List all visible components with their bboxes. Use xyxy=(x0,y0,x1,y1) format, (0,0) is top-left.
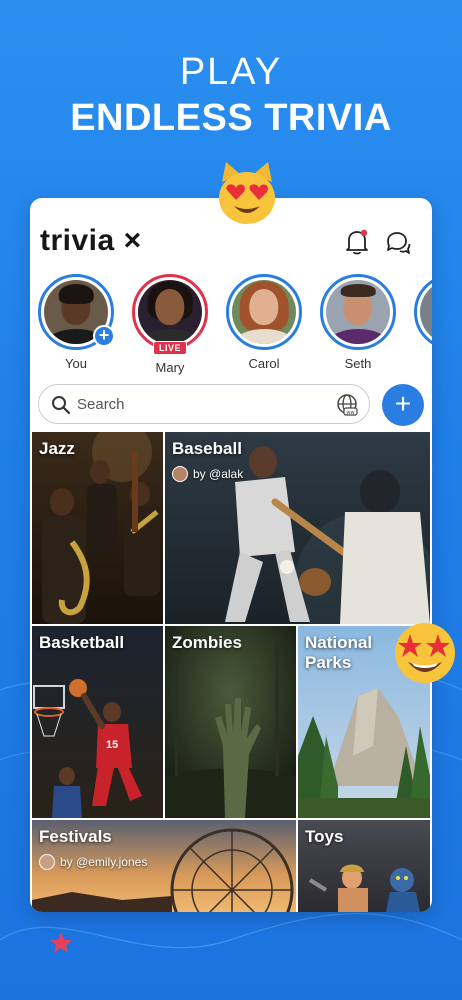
story-name: Carol xyxy=(248,356,280,371)
promo-headline: PLAY ENDLESS TRIVIA xyxy=(0,52,462,140)
heart-eyes-cat-emoji xyxy=(219,162,275,224)
search-placeholder: Search xyxy=(77,396,125,413)
tile-author[interactable]: by @alak xyxy=(172,466,243,482)
author-handle: by @emily.jones xyxy=(60,855,148,869)
promo-line-2: ENDLESS TRIVIA xyxy=(70,97,392,139)
baseball-image xyxy=(165,432,430,624)
tile-zombies[interactable]: Zombies xyxy=(165,626,296,818)
live-badge: LIVE xyxy=(152,341,188,355)
story-name: You xyxy=(65,356,87,371)
story-more[interactable] xyxy=(412,274,432,350)
star-icon xyxy=(50,932,72,953)
promo-line-1: PLAY xyxy=(179,51,283,93)
tile-title: Zombies xyxy=(172,633,242,652)
story-name: Seth xyxy=(344,356,372,371)
svg-text:15: 15 xyxy=(106,739,118,751)
author-handle: by @alak xyxy=(193,467,244,481)
tile-title: Festivals xyxy=(39,827,112,846)
author-avatar xyxy=(172,466,188,482)
app-logo-text: trivia xyxy=(40,224,115,257)
app-logo: trivia × xyxy=(40,224,142,258)
app-screen-card: trivia × + You LIVE Mary Carol Seth Sear… xyxy=(30,198,432,912)
tile-toys[interactable]: Toys xyxy=(298,820,430,912)
basketball-image: 15 xyxy=(32,626,163,818)
story-name: Mary xyxy=(155,360,185,375)
tile-author[interactable]: by @emily.jones xyxy=(39,854,147,870)
category-grid: Jazz Baseball by @alak 15 Basketball Zom… xyxy=(32,432,430,912)
tile-title: Jazz xyxy=(39,439,75,458)
tile-title-line-2: Parks xyxy=(305,653,352,672)
stories-row: + You LIVE Mary Carol Seth xyxy=(36,274,432,375)
tile-title: National Parks xyxy=(305,633,372,673)
story-carol[interactable]: Carol xyxy=(224,274,304,371)
story-seth[interactable]: Seth xyxy=(318,274,398,371)
add-button[interactable]: + xyxy=(382,384,424,426)
tile-festivals[interactable]: Festivals by @emily.jones xyxy=(32,820,296,912)
author-avatar xyxy=(39,854,55,870)
tile-title: Toys xyxy=(305,827,344,846)
tile-basketball[interactable]: 15 Basketball xyxy=(32,626,163,818)
search-row: Search ww + xyxy=(38,384,424,426)
avatar xyxy=(320,274,396,350)
avatar: + xyxy=(38,274,115,350)
svg-text:ww: ww xyxy=(346,410,354,416)
search-icon xyxy=(52,396,71,415)
avatar xyxy=(226,274,302,350)
chat-icon[interactable] xyxy=(384,228,412,256)
bell-icon[interactable] xyxy=(344,228,370,256)
tile-title: Baseball xyxy=(172,439,242,458)
tile-title-line-1: National xyxy=(305,633,373,652)
story-mary[interactable]: LIVE Mary xyxy=(130,274,210,375)
avatar xyxy=(414,274,432,350)
tile-baseball[interactable]: Baseball by @alak xyxy=(165,432,430,624)
tile-title: Basketball xyxy=(39,633,125,652)
globe-icon[interactable]: ww xyxy=(335,393,359,417)
story-you[interactable]: + You xyxy=(36,274,116,371)
jazz-image xyxy=(32,432,163,624)
avatar: LIVE xyxy=(132,274,208,355)
search-input[interactable]: Search ww xyxy=(38,384,370,424)
app-logo-mark: × xyxy=(123,224,142,257)
add-story-badge[interactable]: + xyxy=(93,325,115,347)
star-struck-emoji xyxy=(395,623,455,683)
zombies-image xyxy=(165,626,296,818)
tile-jazz[interactable]: Jazz xyxy=(32,432,163,624)
